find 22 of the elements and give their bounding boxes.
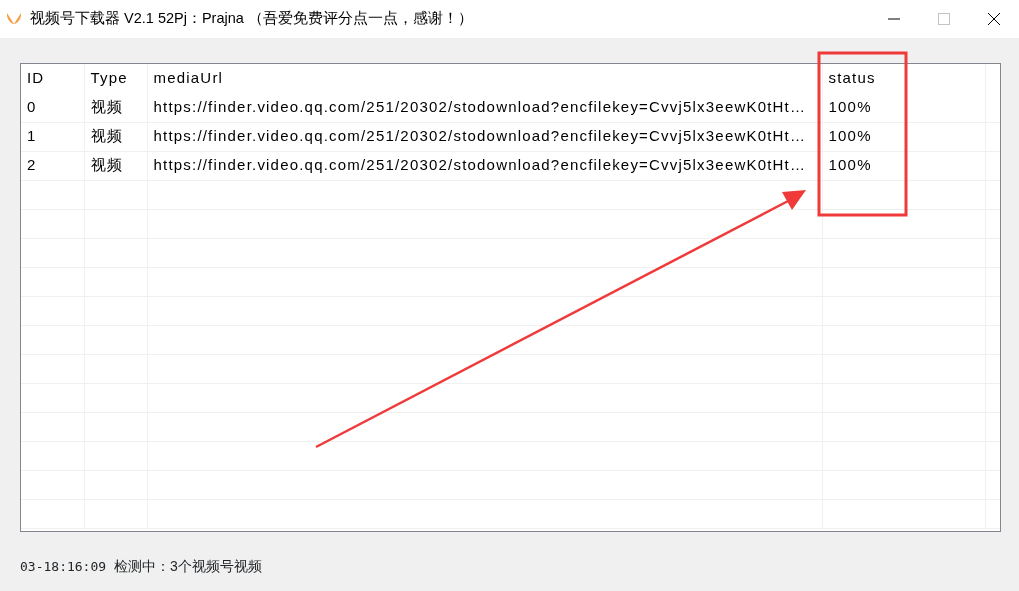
table-cell: 1	[21, 122, 84, 151]
close-icon	[987, 12, 1001, 26]
column-header[interactable]: ID	[21, 64, 84, 93]
table-cell: 视频	[84, 93, 147, 122]
table-cell: 100%	[822, 93, 985, 122]
table-cell: 100%	[822, 151, 985, 180]
column-header[interactable]: Type	[84, 64, 147, 93]
table-cell: https://finder.video.qq.com/251/20302/stodownload?encfilekey=Cvvj5lx3eewK0tHt…	[147, 122, 822, 151]
table-cell: https://finder.video.qq.com/251/20302/stodownload?encfilekey=Cvvj5lx3eewK0tHt…	[147, 151, 822, 180]
table-cell: 0	[21, 93, 84, 122]
table-cell: 视频	[84, 151, 147, 180]
butterfly-icon	[6, 12, 22, 26]
column-header[interactable]: status	[822, 64, 985, 93]
table-cell: 2	[21, 151, 84, 180]
table-cell: 100%	[822, 122, 985, 151]
status-time: 03-18:16:09	[20, 557, 107, 576]
table-cell: https://finder.video.qq.com/251/20302/stodownload?encfilekey=Cvvj5lx3eewK0tHt…	[147, 93, 822, 122]
status-message: 检测中：3个视频号视频	[114, 557, 262, 576]
column-header[interactable]: mediaUrl	[147, 64, 822, 93]
maximize-icon	[937, 12, 951, 26]
window-title: 视频号下载器 V2.1 52Pj：Prajna （吾爱免费评分点一点，感谢！）	[30, 9, 473, 29]
table-cell: 视频	[84, 122, 147, 151]
